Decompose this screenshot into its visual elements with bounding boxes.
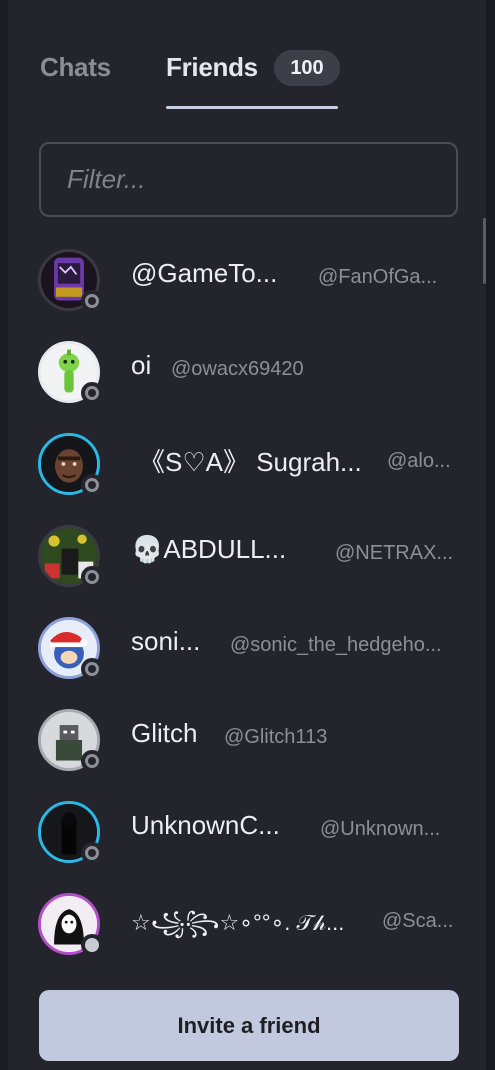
friend-username: @owacx69420 <box>171 358 304 380</box>
left-edge <box>0 0 8 1070</box>
friend-row[interactable]: @GameTo... @FanOfGa... <box>8 242 486 334</box>
friend-row[interactable]: oi @owacx69420 <box>8 334 486 426</box>
friend-username: @Glitch113 <box>224 726 328 748</box>
friends-panel: Chats Friends 100 @GameTo.. <box>8 0 486 1070</box>
avatar <box>38 617 103 681</box>
friend-username: @Sca... <box>382 910 454 932</box>
friends-count-badge: 100 <box>274 50 340 86</box>
avatar <box>38 249 103 313</box>
invite-friend-button[interactable]: Invite a friend <box>39 990 459 1061</box>
active-tab-indicator <box>166 106 338 109</box>
friend-display-name: ☆꧁꧂☆∘°°∘. 𝒯𝒽... <box>131 910 345 935</box>
avatar <box>38 893 103 957</box>
status-indicator <box>81 658 103 680</box>
status-indicator <box>81 290 103 312</box>
friend-row[interactable]: 💀ABDULL... @NETRAX... <box>8 518 486 610</box>
friend-username: @FanOfGa... <box>318 266 438 288</box>
avatar <box>38 801 103 865</box>
status-indicator <box>81 750 103 772</box>
avatar <box>38 525 103 589</box>
avatar <box>38 433 103 497</box>
status-indicator <box>81 842 103 864</box>
filter-input[interactable] <box>39 142 458 217</box>
friend-username: @NETRAX... <box>335 542 454 564</box>
friend-row[interactable]: ☆꧁꧂☆∘°°∘. 𝒯𝒽... @Sca... <box>8 886 486 978</box>
friend-display-name: soni... <box>131 626 201 656</box>
friend-row[interactable]: Glitch @Glitch113 <box>8 702 486 794</box>
friend-display-name: 💀ABDULL... <box>131 534 287 564</box>
friend-display-name: 《S♡A》 Sugrah... <box>139 447 362 477</box>
friend-display-name: @GameTo... <box>131 258 278 288</box>
friend-row[interactable]: UnknownC... @Unknown... <box>8 794 486 886</box>
status-indicator <box>81 382 103 404</box>
friends-list: @GameTo... @FanOfGa... oi @owacx69420 《S… <box>8 242 486 978</box>
avatar <box>38 709 103 773</box>
friend-username: @alo... <box>387 450 451 472</box>
friend-display-name: oi <box>131 350 152 380</box>
tab-chats[interactable]: Chats <box>40 52 111 83</box>
friend-username: @Unknown... <box>320 818 441 840</box>
right-edge <box>486 0 495 1070</box>
friend-display-name: UnknownC... <box>131 810 280 840</box>
friend-row[interactable]: 《S♡A》 Sugrah... @alo... <box>8 426 486 518</box>
avatar <box>38 341 103 405</box>
status-indicator <box>81 566 103 588</box>
tab-friends[interactable]: Friends <box>166 52 258 83</box>
friend-display-name: Glitch <box>131 718 198 748</box>
status-indicator <box>81 474 103 496</box>
friend-username: @sonic_the_hedgeho... <box>230 634 442 656</box>
friend-row[interactable]: soni... @sonic_the_hedgeho... <box>8 610 486 702</box>
status-indicator <box>81 934 103 956</box>
